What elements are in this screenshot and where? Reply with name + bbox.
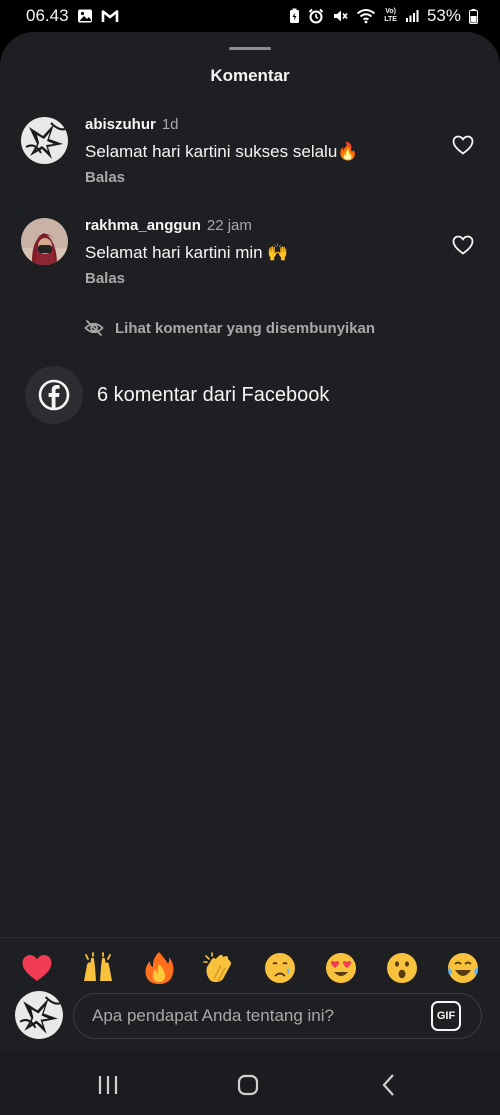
- view-hidden-comments-link[interactable]: Lihat komentar yang disembunyikan: [84, 319, 375, 337]
- eye-off-icon: [84, 319, 104, 337]
- view-hidden-comments-label[interactable]: Lihat komentar yang disembunyikan: [115, 320, 375, 337]
- status-time: 06.43: [26, 6, 69, 25]
- comment-username[interactable]: rakhma_anggun 22 jam: [85, 217, 252, 234]
- volte-top-label: Vo): [385, 8, 396, 15]
- status-bar-left: 06.43: [26, 6, 119, 26]
- gif-button[interactable]: GIF: [431, 1001, 461, 1031]
- alarm-icon: [308, 8, 324, 24]
- fire-emoji-icon[interactable]: [141, 950, 177, 986]
- comment-username-text[interactable]: rakhma_anggun: [85, 217, 201, 234]
- like-heart-icon[interactable]: [451, 233, 475, 257]
- back-icon[interactable]: [374, 1070, 404, 1100]
- facebook-comments-row[interactable]: 6 komentar dari Facebook: [25, 366, 329, 424]
- volte-bottom-label: LTE: [384, 16, 397, 23]
- raising-hands-emoji-icon[interactable]: [80, 950, 116, 986]
- facebook-comments-label[interactable]: 6 komentar dari Facebook: [97, 384, 329, 407]
- battery-percent: 53%: [426, 6, 461, 25]
- comment-text: Selamat hari kartini sukses selalu🔥: [85, 142, 359, 161]
- mute-icon: [332, 8, 348, 24]
- gmail-icon: [101, 9, 119, 23]
- avatar[interactable]: [21, 117, 68, 164]
- volte-icon: Vo) LTE: [384, 8, 397, 24]
- reply-button[interactable]: Balas: [85, 270, 125, 287]
- home-icon[interactable]: [233, 1070, 263, 1100]
- surprised-face-emoji-icon[interactable]: [384, 950, 420, 986]
- comment-time: 1d: [161, 116, 179, 133]
- reply-button[interactable]: Balas: [85, 169, 125, 186]
- avatar[interactable]: [15, 991, 63, 1039]
- clapping-hands-emoji-icon[interactable]: [201, 950, 237, 986]
- status-bar-right: Vo) LTE 53%: [289, 6, 478, 26]
- heart-emoji-icon[interactable]: [19, 950, 55, 986]
- navigation-bar: [0, 1052, 500, 1115]
- comment-text: Selamat hari kartini min 🙌: [85, 243, 289, 262]
- tears-of-joy-emoji-icon[interactable]: [445, 950, 481, 986]
- comment-username-text[interactable]: abiszuhur: [85, 116, 156, 133]
- comment-item: abiszuhur 1d Selamat hari kartini sukses …: [0, 114, 500, 204]
- comment-item: rakhma_anggun 22 jam Selamat hari kartini…: [0, 215, 500, 305]
- facebook-icon: [25, 366, 83, 424]
- battery-icon: [469, 8, 478, 24]
- recents-icon[interactable]: [93, 1070, 123, 1100]
- emoji-reaction-bar: [0, 950, 500, 986]
- crying-face-emoji-icon[interactable]: [262, 950, 298, 986]
- comment-input-box[interactable]: GIF: [73, 993, 482, 1039]
- comment-username[interactable]: abiszuhur 1d: [85, 116, 179, 133]
- signal-icon: [405, 9, 419, 23]
- image-icon: [77, 8, 93, 24]
- comments-sheet: Komentar abiszuhur 1d Selamat hari kartin…: [0, 32, 500, 1052]
- like-heart-icon[interactable]: [451, 133, 475, 157]
- sheet-title: Komentar: [210, 66, 290, 85]
- avatar[interactable]: [21, 218, 68, 265]
- wifi-icon: [356, 8, 376, 24]
- comment-input[interactable]: [92, 1006, 431, 1026]
- battery-saver-icon: [289, 8, 300, 24]
- comment-time: 22 jam: [206, 217, 252, 234]
- heart-eyes-emoji-icon[interactable]: [323, 950, 359, 986]
- comment-input-row: GIF: [0, 991, 500, 1041]
- comment-composer: GIF: [0, 937, 500, 1052]
- drag-handle[interactable]: [229, 47, 271, 50]
- status-bar: 06.43 Vo) LTE 53%: [0, 0, 500, 32]
